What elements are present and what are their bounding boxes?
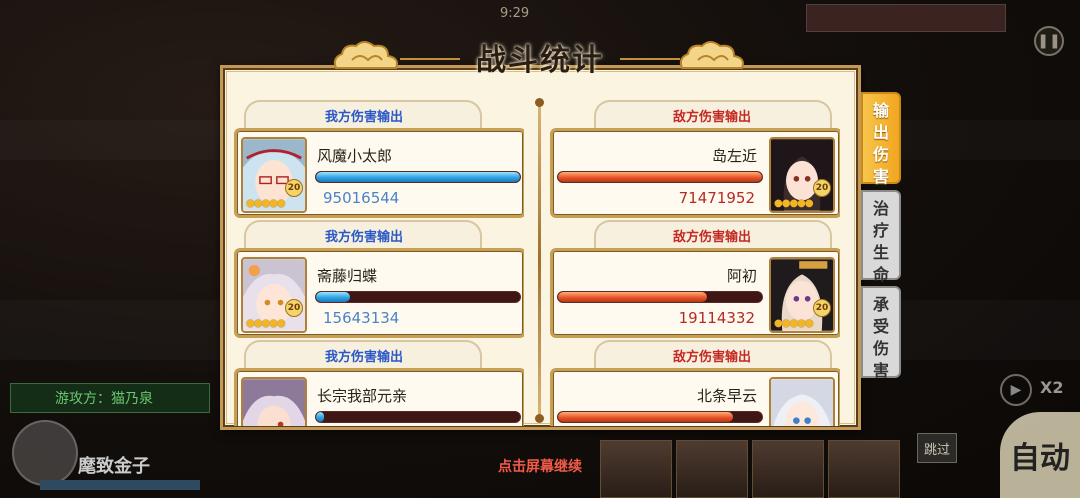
ally-name: 斋藤归蝶 bbox=[317, 267, 378, 285]
enemy-entry: 敌方伤害输出 阿初 19114332 20 ●●●●● bbox=[550, 220, 840, 338]
ally-card: 20 ●●●●● 风魔小太郎 95016544 bbox=[234, 128, 524, 218]
enemy-section-title: 敌方伤害输出 bbox=[672, 350, 751, 365]
damage-bar bbox=[315, 411, 521, 423]
ally-section-title: 我方伤害输出 bbox=[324, 230, 403, 245]
tap-to-continue[interactable]: 点击屏幕继续 bbox=[0, 456, 1080, 476]
enemy-name: 岛左近 bbox=[711, 147, 757, 165]
fast-forward-icon: ▶ bbox=[1010, 382, 1022, 398]
damage-bar bbox=[557, 291, 763, 303]
divider-cap bbox=[535, 98, 544, 107]
damage-bar-fill bbox=[558, 292, 707, 302]
ally-section-title: 我方伤害输出 bbox=[324, 350, 403, 365]
star-rating: ●●●●● bbox=[246, 318, 286, 329]
damage-bar bbox=[315, 291, 521, 303]
ally-avatar bbox=[241, 377, 307, 426]
opponent-label: 游攻方：猫乃泉 bbox=[10, 383, 210, 413]
damage-bar-fill bbox=[316, 412, 325, 422]
skill-bar bbox=[40, 480, 200, 490]
enemy-entry: 敌方伤害输出 岛左近 71471952 20 ●●●●● bbox=[550, 100, 840, 218]
damage-value: 95016544 bbox=[323, 189, 400, 207]
enemy-name: 阿初 bbox=[726, 267, 757, 285]
level-badge: 20 bbox=[813, 179, 831, 197]
ally-entry: 我方伤害输出 长宗我部元亲 bbox=[234, 340, 524, 426]
damage-value: 71471952 bbox=[678, 189, 755, 207]
damage-bar-fill bbox=[558, 412, 734, 422]
tab-label: 输出伤害 bbox=[872, 101, 889, 186]
title-line-left bbox=[400, 58, 460, 60]
damage-bar-fill bbox=[316, 292, 350, 302]
panel-title: 战斗统计 bbox=[476, 43, 604, 78]
enemy-avatar: 20 ●●●●● bbox=[769, 257, 835, 333]
enemy-name: 北条早云 bbox=[696, 387, 757, 405]
star-rating: ●●●●● bbox=[246, 198, 286, 209]
enemy-section-title: 敌方伤害输出 bbox=[672, 230, 751, 245]
pause-icon: ❚❚ bbox=[1037, 33, 1061, 49]
ally-avatar: 20 ●●●●● bbox=[241, 137, 307, 213]
enemy-damage-list[interactable]: 敌方伤害输出 岛左近 71471952 20 ●●●●● 敌方伤害输出 阿初 1… bbox=[550, 100, 840, 426]
joystick[interactable] bbox=[12, 420, 78, 486]
level-badge: 20 bbox=[285, 179, 303, 197]
purple-hair-girl-portrait-icon bbox=[243, 379, 305, 426]
damage-bar-fill bbox=[558, 172, 762, 182]
top-timer: 9:29 bbox=[500, 6, 530, 21]
tab-healing[interactable]: 治疗生命 bbox=[861, 190, 901, 284]
ally-name: 风魔小太郎 bbox=[317, 147, 393, 165]
enemy-card: 阿初 19114332 20 ●●●●● bbox=[550, 248, 840, 338]
damage-value: 15643134 bbox=[323, 309, 400, 327]
damage-value: 19114332 bbox=[678, 309, 755, 327]
damage-bar-fill bbox=[316, 172, 520, 182]
panel-title-banner: 战斗统计 bbox=[330, 32, 750, 82]
enemy-card: 岛左近 71471952 20 ●●●●● bbox=[550, 128, 840, 218]
ally-entry: 我方伤害输出 20 ●●●●● 斋藤归蝶 15643134 bbox=[234, 220, 524, 338]
enemy-section-title: 敌方伤害输出 bbox=[672, 110, 751, 125]
ally-card: 长宗我部元亲 bbox=[234, 368, 524, 426]
column-divider bbox=[538, 100, 541, 420]
enemy-entry: 敌方伤害输出 北条早云 bbox=[550, 340, 840, 426]
star-rating: ●●●●● bbox=[774, 318, 814, 329]
ally-card: 20 ●●●●● 斋藤归蝶 15643134 bbox=[234, 248, 524, 338]
ally-section-title: 我方伤害输出 bbox=[324, 110, 403, 125]
divider-cap bbox=[535, 414, 544, 423]
title-line-right bbox=[620, 58, 680, 60]
tab-damage-taken[interactable]: 承受伤害 bbox=[861, 286, 901, 380]
speed-button[interactable]: ▶ bbox=[1000, 374, 1032, 406]
enemy-avatar bbox=[769, 377, 835, 426]
ally-entry: 我方伤害输出 20 ●●●●● 风魔小太郎 95016544 bbox=[234, 100, 524, 218]
ally-name: 长宗我部元亲 bbox=[317, 387, 408, 405]
white-hair-girl-portrait-icon bbox=[771, 379, 833, 426]
enemy-avatar: 20 ●●●●● bbox=[769, 137, 835, 213]
level-badge: 20 bbox=[285, 299, 303, 317]
top-right-banner bbox=[806, 4, 1006, 32]
battle-screen[interactable]: 9:29 ❚❚ 游攻方：猫乃泉 ▶ X2 跳过 自动 麾致金子 战斗统计 我方伤… bbox=[0, 0, 1080, 498]
ally-damage-list[interactable]: 我方伤害输出 20 ●●●●● 风魔小太郎 95016544 我方伤害输出 20 bbox=[234, 100, 524, 426]
tab-damage-output[interactable]: 输出伤害 bbox=[861, 92, 901, 186]
speed-label: X2 bbox=[1040, 378, 1064, 397]
pause-button[interactable]: ❚❚ bbox=[1034, 26, 1064, 56]
cloud-ornament-icon bbox=[676, 38, 750, 78]
auto-button[interactable]: 自动 bbox=[1000, 412, 1080, 498]
star-rating: ●●●●● bbox=[774, 198, 814, 209]
level-badge: 20 bbox=[813, 299, 831, 317]
damage-bar bbox=[557, 171, 763, 183]
damage-bar bbox=[315, 171, 521, 183]
ally-avatar: 20 ●●●●● bbox=[241, 257, 307, 333]
cloud-ornament-icon bbox=[330, 38, 404, 78]
tab-label: 承受伤害 bbox=[872, 295, 889, 380]
enemy-card: 北条早云 bbox=[550, 368, 840, 426]
damage-bar bbox=[557, 411, 763, 423]
tab-label: 治疗生命 bbox=[872, 199, 889, 284]
